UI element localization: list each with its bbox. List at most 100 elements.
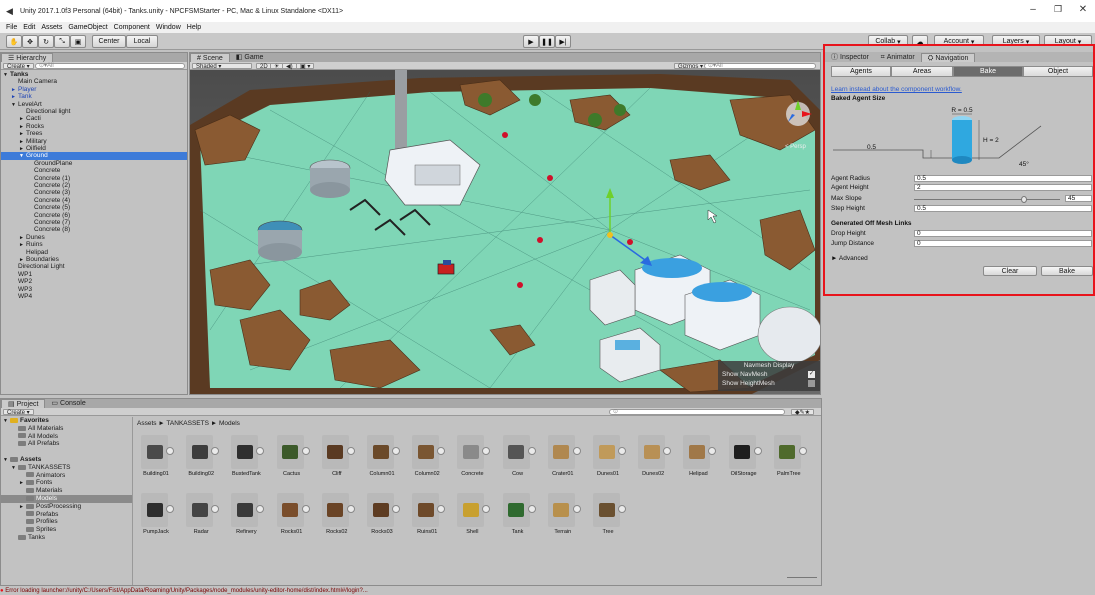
menu-component[interactable]: Component (114, 24, 150, 31)
jump-distance-field[interactable]: 0 (914, 240, 1092, 247)
hierarchy-item[interactable]: Concrete (7) (1, 219, 187, 226)
space-local-button[interactable]: Local (126, 35, 158, 48)
hierarchy-item[interactable]: Concrete (8) (1, 226, 187, 233)
effects-toggle-icon[interactable]: ▣ ▾ (296, 63, 315, 70)
expand-prefab-icon[interactable] (482, 505, 491, 513)
asset-item[interactable]: Shell (455, 493, 491, 539)
hierarchy-item[interactable]: ► Cacti (1, 115, 187, 122)
project-folder-item[interactable]: Models (1, 495, 132, 503)
expand-prefab-icon[interactable] (663, 447, 672, 455)
hierarchy-item[interactable]: Concrete (1, 167, 187, 174)
scene-viewport[interactable]: < Persp Navmesh Display Show NavMesh ✓ S… (190, 70, 820, 394)
hand-tool-icon[interactable]: ✋ (6, 35, 22, 48)
nav-tab-areas[interactable]: Areas (891, 66, 953, 77)
expand-prefab-icon[interactable] (301, 505, 310, 513)
component-workflow-link[interactable]: Learn instead about the component workfl… (831, 86, 962, 93)
asset-item[interactable]: OilStorage (727, 435, 762, 481)
expand-prefab-icon[interactable] (572, 505, 581, 513)
asset-item[interactable]: BustedTank (229, 435, 265, 481)
tab-inspector[interactable]: ⓘ Inspector (825, 53, 875, 62)
asset-item[interactable]: Rocks03 (365, 493, 400, 539)
project-folder-item[interactable]: ► PostProcessing (1, 503, 132, 511)
hierarchy-item[interactable]: ► Military (1, 138, 187, 145)
expand-prefab-icon[interactable] (346, 447, 355, 455)
hierarchy-item[interactable]: Concrete (1) (1, 175, 187, 182)
project-folder-item[interactable]: All Prefabs (1, 440, 132, 448)
expand-prefab-icon[interactable] (527, 505, 536, 513)
asset-item[interactable]: Concrete (455, 435, 491, 481)
expand-prefab-icon[interactable] (256, 447, 265, 455)
hierarchy-item[interactable]: GroundPlane (1, 160, 187, 167)
project-folder-item[interactable]: Tanks (1, 534, 132, 542)
project-folder-item[interactable]: Profiles (1, 518, 132, 526)
project-folder-item[interactable]: ▼ Assets (1, 456, 132, 464)
rect-tool-icon[interactable]: ▣ (70, 35, 86, 48)
hierarchy-create-button[interactable]: Create ▾ (3, 63, 34, 70)
menu-assets[interactable]: Assets (41, 24, 62, 31)
menu-gameobject[interactable]: GameObject (68, 24, 107, 31)
hierarchy-item[interactable]: Concrete (4) (1, 197, 187, 204)
hierarchy-item[interactable]: Main Camera (1, 78, 187, 85)
expand-prefab-icon[interactable] (211, 505, 220, 513)
filter-icons[interactable]: ◆✎★ (791, 409, 815, 416)
expand-prefab-icon[interactable] (437, 505, 446, 513)
asset-item[interactable]: Column01 (365, 435, 400, 481)
menu-edit[interactable]: Edit (23, 24, 35, 31)
asset-item[interactable]: Helipad (681, 435, 717, 481)
expand-prefab-icon[interactable] (166, 505, 174, 513)
max-slope-field[interactable]: 45 (1065, 195, 1092, 202)
hierarchy-item[interactable]: WP4 (1, 293, 187, 300)
pivot-center-button[interactable]: Center (92, 35, 126, 48)
shading-dropdown[interactable]: Shaded ▾ (192, 63, 252, 70)
menu-window[interactable]: Window (156, 24, 181, 31)
menu-help[interactable]: Help (187, 24, 201, 31)
hierarchy-item[interactable]: ▼ Tanks (1, 71, 187, 78)
asset-item[interactable]: Rocks01 (275, 493, 310, 539)
hierarchy-item[interactable]: Concrete (6) (1, 212, 187, 219)
asset-item[interactable]: Crater01 (546, 435, 581, 481)
audio-toggle-icon[interactable]: ◀) (282, 63, 297, 70)
project-folder-item[interactable]: ► Fonts (1, 479, 132, 487)
hierarchy-item[interactable]: ► Trees (1, 130, 187, 137)
hierarchy-item[interactable]: Directional Light (1, 263, 187, 270)
asset-item[interactable]: Dunes02 (636, 435, 672, 481)
project-folder-item[interactable]: Materials (1, 487, 132, 495)
tab-hierarchy[interactable]: ☰ Hierarchy (1, 53, 54, 62)
expand-prefab-icon[interactable] (618, 505, 626, 513)
nav-tab-agents[interactable]: Agents (831, 66, 891, 77)
max-slope-slider[interactable] (1020, 196, 1027, 203)
tab-navigation[interactable]: ⛭ Navigation (920, 53, 976, 62)
hierarchy-item[interactable]: ▼ LevelArt (1, 101, 187, 108)
asset-item[interactable]: Column02 (410, 435, 446, 481)
hierarchy-item[interactable]: Concrete (5) (1, 204, 187, 211)
drop-height-field[interactable]: 0 (914, 230, 1092, 237)
tab-game[interactable]: ◧ Game (230, 53, 270, 62)
tab-animator[interactable]: ⌗ Animator (875, 53, 921, 62)
hierarchy-item[interactable]: WP1 (1, 271, 187, 278)
tab-console[interactable]: ▭ Console (45, 399, 91, 408)
asset-item[interactable]: Cliff (320, 435, 355, 481)
asset-item[interactable]: PalmTree (772, 435, 807, 481)
move-tool-icon[interactable]: ✥ (22, 35, 38, 48)
expand-prefab-icon[interactable] (527, 447, 536, 455)
project-folder-item[interactable]: ▼ Favorites (1, 417, 132, 425)
expand-prefab-icon[interactable] (346, 505, 355, 513)
nav-tab-bake[interactable]: Bake (953, 66, 1023, 77)
nav-tab-object[interactable]: Object (1023, 66, 1093, 77)
expand-prefab-icon[interactable] (572, 447, 581, 455)
project-folder-item[interactable]: Animators (1, 472, 132, 480)
advanced-foldout[interactable]: ► Advanced (831, 255, 868, 262)
asset-item[interactable]: Cow (501, 435, 536, 481)
close-icon[interactable]: ✕ (1073, 4, 1093, 15)
hierarchy-item[interactable]: ▼ Ground (1, 152, 187, 160)
expand-prefab-icon[interactable] (618, 447, 626, 455)
hierarchy-item[interactable]: ► Tank (1, 93, 187, 100)
hierarchy-item[interactable]: ► Dunes (1, 234, 187, 241)
asset-item[interactable]: Terrain (546, 493, 581, 539)
hierarchy-item[interactable]: ► Ruins (1, 241, 187, 248)
asset-item[interactable]: Tank (501, 493, 536, 539)
asset-item[interactable]: Building02 (184, 435, 220, 481)
project-folder-item[interactable]: All Materials (1, 425, 132, 433)
hierarchy-item[interactable]: WP3 (1, 286, 187, 293)
hierarchy-item[interactable]: Directional light (1, 108, 187, 115)
